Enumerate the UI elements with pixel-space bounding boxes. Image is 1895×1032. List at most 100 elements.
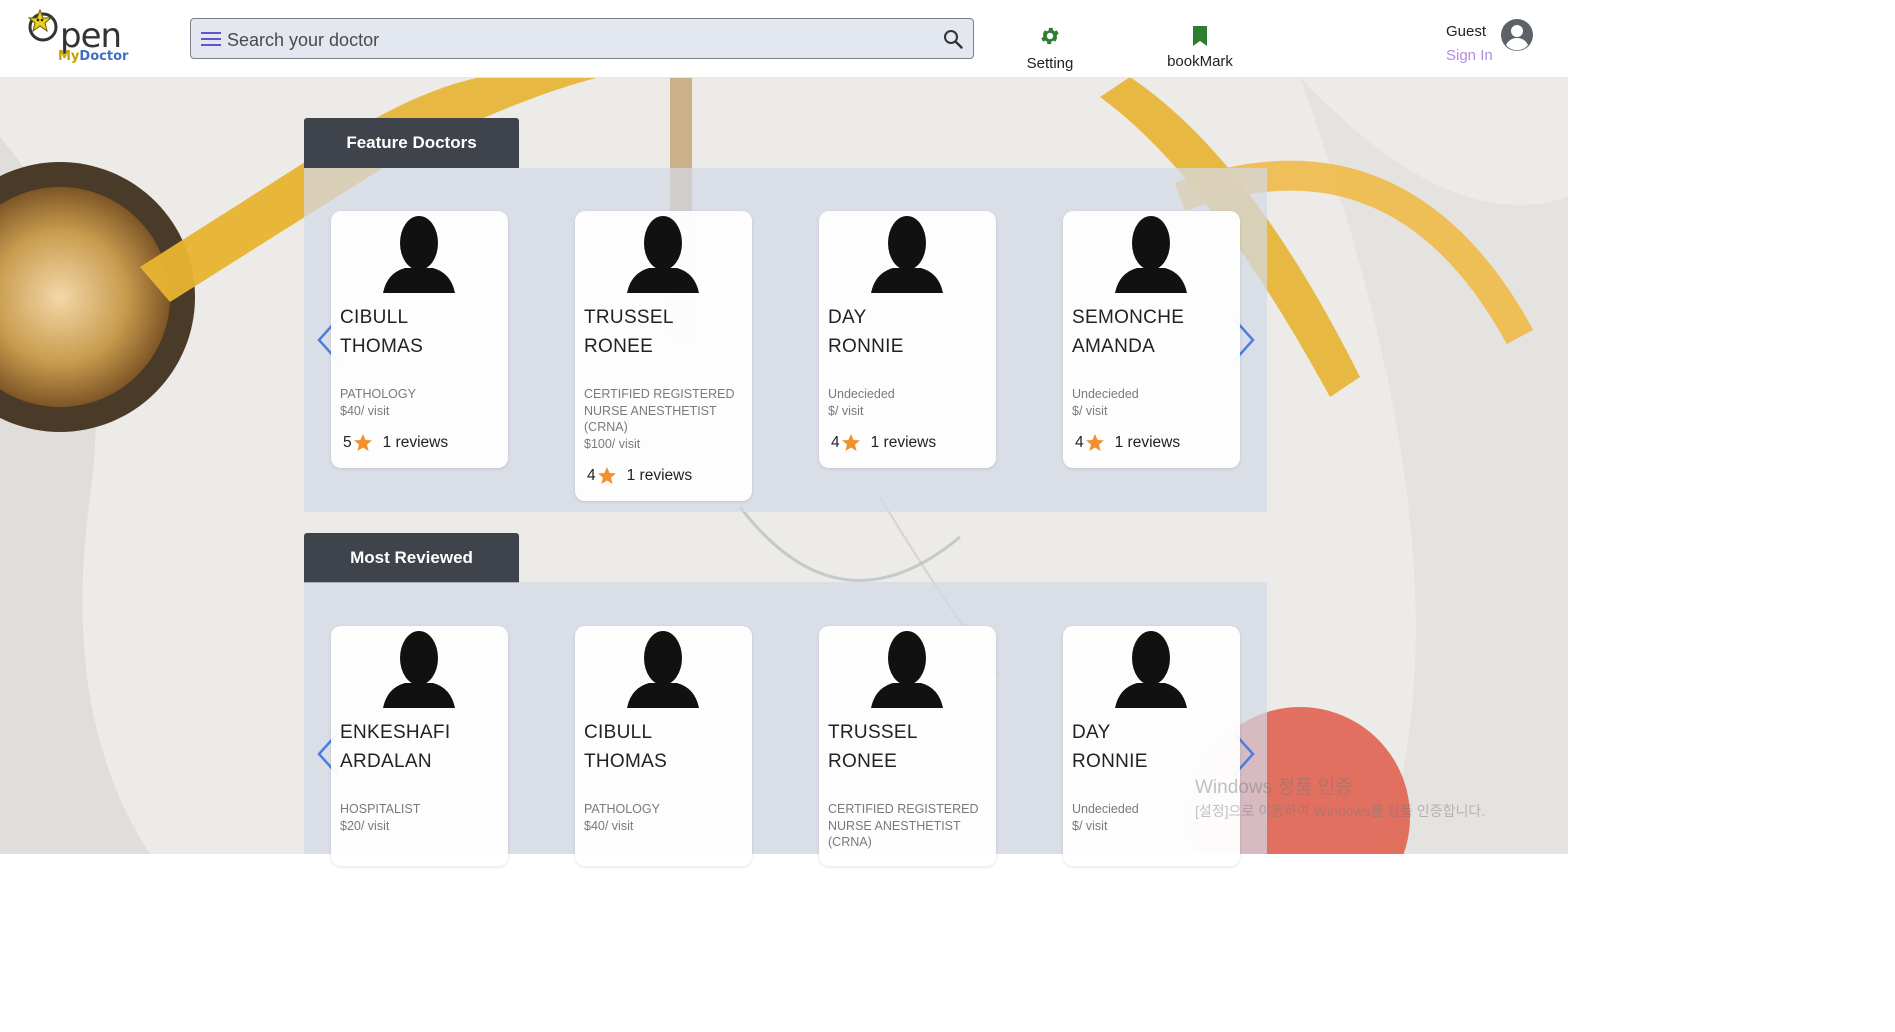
section-title-feature: Feature Doctors bbox=[304, 118, 519, 168]
rating-value: 4 bbox=[587, 467, 596, 484]
person-silhouette-icon bbox=[1115, 216, 1187, 293]
rating-value: 4 bbox=[831, 434, 840, 451]
watermark-subtitle: [설정]으로 이동하여 Windows를 정품 인증합니다. bbox=[1195, 803, 1486, 819]
doctor-last-name: RONEE bbox=[584, 336, 654, 357]
rating-value: 5 bbox=[343, 434, 352, 451]
review-count: 1 reviews bbox=[1114, 434, 1181, 451]
top-header: pen MyDoctor Setting bookMark Guest Sign… bbox=[0, 0, 1568, 78]
open-mydoctor-logo[interactable]: pen MyDoctor bbox=[26, 8, 136, 68]
setting-button[interactable]: Setting bbox=[1022, 25, 1078, 72]
doctor-card[interactable]: TRUSSEL RONEE CERTIFIED REGISTERED NURSE … bbox=[575, 211, 752, 501]
doctor-first-name: SEMONCHE bbox=[1072, 307, 1185, 328]
guest-label: Guest bbox=[1446, 23, 1487, 40]
doctor-price: $40/ visit bbox=[340, 403, 390, 418]
doctor-first-name: CIBULL bbox=[340, 307, 409, 328]
doctor-first-name: TRUSSEL bbox=[828, 722, 918, 743]
review-count: 1 reviews bbox=[382, 434, 449, 451]
doctor-first-name: DAY bbox=[1072, 722, 1111, 743]
bookmark-button[interactable]: bookMark bbox=[1160, 25, 1240, 70]
doctor-first-name: ENKESHAFI bbox=[340, 722, 451, 743]
logo-subtext: MyDoctor bbox=[58, 49, 128, 64]
doctor-name: TRUSSEL RONEE bbox=[828, 718, 993, 776]
section-title-most-reviewed: Most Reviewed bbox=[304, 533, 519, 583]
doctor-name: CIBULL THOMAS bbox=[340, 303, 505, 361]
doctor-specialty: PATHOLOGY bbox=[584, 802, 660, 816]
sign-in-link[interactable]: Sign In bbox=[1446, 47, 1493, 64]
doctor-specialty: Undecieded bbox=[1072, 387, 1139, 401]
doctor-specialty: Undecieded bbox=[1072, 802, 1139, 816]
person-silhouette-icon bbox=[1115, 631, 1187, 708]
star-icon bbox=[353, 434, 372, 451]
person-silhouette-icon bbox=[627, 631, 699, 708]
doctor-price: $20/ visit bbox=[340, 818, 390, 833]
person-silhouette-icon bbox=[871, 216, 943, 293]
windows-activation-watermark: Windows 정품 인증 [설정]으로 이동하여 Windows를 정품 인증… bbox=[1195, 772, 1485, 821]
doctor-info: Undecieded $/ visit bbox=[828, 386, 990, 419]
doctor-card[interactable]: CIBULL THOMAS PATHOLOGY $40/ visit 5 1 revi… bbox=[331, 211, 508, 468]
doctor-card[interactable]: ENKESHAFI ARDALAN HOSPITALIST $20/ visit bbox=[331, 626, 508, 866]
doctor-info: PATHOLOGY $40/ visit bbox=[584, 801, 746, 834]
doctor-first-name: TRUSSEL bbox=[584, 307, 674, 328]
doctor-rating: 4 1 reviews bbox=[831, 433, 936, 453]
doctor-info: PATHOLOGY $40/ visit bbox=[340, 386, 502, 419]
doctor-name: TRUSSEL RONEE bbox=[584, 303, 749, 361]
doctor-price: $/ visit bbox=[1072, 403, 1108, 418]
doctor-info: CERTIFIED REGISTERED NURSE ANESTHETIST (… bbox=[828, 801, 990, 851]
doctor-first-name: CIBULL bbox=[584, 722, 653, 743]
doctor-name: CIBULL THOMAS bbox=[584, 718, 749, 776]
doctor-info: CERTIFIED REGISTERED NURSE ANESTHETIST (… bbox=[584, 386, 746, 452]
doctor-price: $40/ visit bbox=[584, 818, 634, 833]
star-icon bbox=[1085, 434, 1104, 451]
person-silhouette-icon bbox=[871, 631, 943, 708]
doctor-specialty: HOSPITALIST bbox=[340, 802, 421, 816]
search-bar bbox=[190, 18, 974, 59]
doctor-rating: 4 1 reviews bbox=[587, 466, 692, 486]
search-icon[interactable] bbox=[943, 29, 963, 49]
logo-my: My bbox=[58, 49, 80, 64]
doctor-last-name: ARDALAN bbox=[340, 751, 432, 772]
person-silhouette-icon bbox=[383, 216, 455, 293]
watermark-title: Windows 정품 인증 bbox=[1195, 777, 1353, 798]
doctor-specialty: PATHOLOGY bbox=[340, 387, 416, 401]
search-input[interactable] bbox=[225, 25, 929, 55]
doctor-price: $/ visit bbox=[828, 403, 864, 418]
doctor-first-name: DAY bbox=[828, 307, 867, 328]
hamburger-icon[interactable] bbox=[201, 31, 221, 47]
doctor-card[interactable]: TRUSSEL RONEE CERTIFIED REGISTERED NURSE … bbox=[819, 626, 996, 866]
feature-doctors-panel: CIBULL THOMAS PATHOLOGY $40/ visit 5 1 revi… bbox=[304, 168, 1267, 512]
person-silhouette-icon bbox=[383, 631, 455, 708]
user-circle-icon[interactable] bbox=[1500, 18, 1534, 52]
review-count: 1 reviews bbox=[870, 434, 937, 451]
bookmark-label: bookMark bbox=[1167, 53, 1233, 70]
doctor-specialty: CERTIFIED REGISTERED NURSE ANESTHETIST (… bbox=[828, 802, 979, 849]
doctor-info: Undecieded $/ visit bbox=[1072, 386, 1234, 419]
doctor-last-name: RONNIE bbox=[1072, 751, 1148, 772]
review-count: 1 reviews bbox=[626, 467, 693, 484]
doctor-card[interactable]: CIBULL THOMAS PATHOLOGY $40/ visit bbox=[575, 626, 752, 866]
bookmark-icon bbox=[1193, 26, 1207, 46]
person-silhouette-icon bbox=[627, 216, 699, 293]
rating-value: 4 bbox=[1075, 434, 1084, 451]
doctor-last-name: AMANDA bbox=[1072, 336, 1156, 357]
doctor-last-name: RONNIE bbox=[828, 336, 904, 357]
doctor-name: ENKESHAFI ARDALAN bbox=[340, 718, 505, 776]
gear-icon bbox=[1041, 27, 1059, 45]
doctor-name: DAY RONNIE bbox=[1072, 718, 1237, 776]
setting-label: Setting bbox=[1026, 55, 1074, 72]
doctor-specialty: CERTIFIED REGISTERED NURSE ANESTHETIST (… bbox=[584, 387, 735, 434]
doctor-info: HOSPITALIST $20/ visit bbox=[340, 801, 502, 834]
doctor-last-name: THOMAS bbox=[584, 751, 668, 772]
doctor-price: $100/ visit bbox=[584, 436, 641, 451]
star-icon bbox=[841, 434, 860, 451]
logo-doctor: Doctor bbox=[79, 49, 129, 64]
doctor-last-name: THOMAS bbox=[340, 336, 424, 357]
doctor-card[interactable]: DAY RONNIE Undecieded $/ visit bbox=[1063, 626, 1240, 866]
doctor-card[interactable]: SEMONCHE AMANDA Undecieded $/ visit 4 1 rev… bbox=[1063, 211, 1240, 468]
most-reviewed-panel: ENKESHAFI ARDALAN HOSPITALIST $20/ visit C… bbox=[304, 582, 1267, 866]
doctor-name: DAY RONNIE bbox=[828, 303, 993, 361]
doctor-rating: 5 1 reviews bbox=[343, 433, 448, 453]
doctor-rating: 4 1 reviews bbox=[1075, 433, 1180, 453]
doctor-card[interactable]: DAY RONNIE Undecieded $/ visit 4 1 reviews bbox=[819, 211, 996, 468]
doctor-specialty: Undecieded bbox=[828, 387, 895, 401]
doctor-last-name: RONEE bbox=[828, 751, 898, 772]
